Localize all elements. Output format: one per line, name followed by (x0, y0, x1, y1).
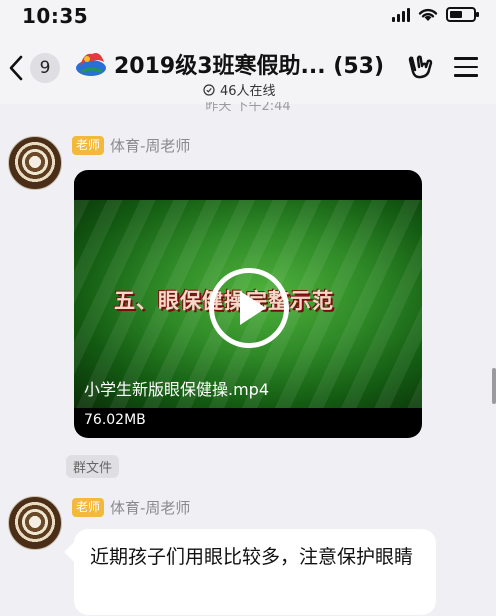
video-file-size: 76.02MB (84, 412, 146, 428)
chevron-left-icon (9, 55, 23, 81)
signal-icon (392, 7, 410, 22)
online-count: 46人在线 (220, 84, 276, 99)
back-button[interactable]: 9 (8, 52, 64, 84)
play-icon (239, 291, 266, 325)
sender-name[interactable]: 体育-周老师 (110, 497, 190, 518)
role-badge: 老师 (72, 498, 105, 517)
status-time: 10:35 (22, 4, 89, 28)
status-icons (392, 7, 479, 22)
chat-header: 9 2019级3班寒假助... (53) 46人在线 (0, 30, 496, 104)
video-message[interactable]: 五、眼保健操完整示范 小学生新版眼保健操.mp4 76.02MB (74, 170, 422, 438)
menu-icon[interactable] (454, 57, 478, 77)
role-badge: 老师 (72, 136, 105, 155)
battery-icon (446, 7, 479, 22)
sender-info: 老师 体育-周老师 (72, 497, 190, 518)
sender-info: 老师 体育-周老师 (72, 135, 190, 156)
chat-title[interactable]: 2019级3班寒假助... (53) (114, 48, 384, 80)
video-file-name: 小学生新版眼保健操.mp4 (84, 380, 270, 399)
text-message-bubble[interactable]: 近期孩子们用眼比较多，注意保护眼睛 (74, 529, 436, 615)
sender-avatar[interactable] (8, 136, 62, 190)
sender-avatar[interactable] (8, 496, 62, 550)
status-bar: 10:35 (0, 0, 496, 30)
header-actions (406, 54, 478, 80)
message-timestamp: 昨天 下午2:44 (205, 102, 291, 114)
play-button[interactable] (209, 268, 289, 348)
clock-icon (203, 83, 215, 96)
group-file-tag[interactable]: 群文件 (66, 455, 120, 478)
online-status: 46人在线 (203, 80, 276, 99)
scrollbar-handle[interactable] (492, 368, 496, 404)
hand-gesture-icon[interactable] (406, 54, 434, 80)
group-avatar-icon (76, 53, 106, 76)
battery-level (450, 11, 462, 18)
sender-name[interactable]: 体育-周老师 (110, 135, 190, 156)
wifi-icon (418, 8, 438, 21)
unread-count-badge: 9 (30, 53, 60, 83)
